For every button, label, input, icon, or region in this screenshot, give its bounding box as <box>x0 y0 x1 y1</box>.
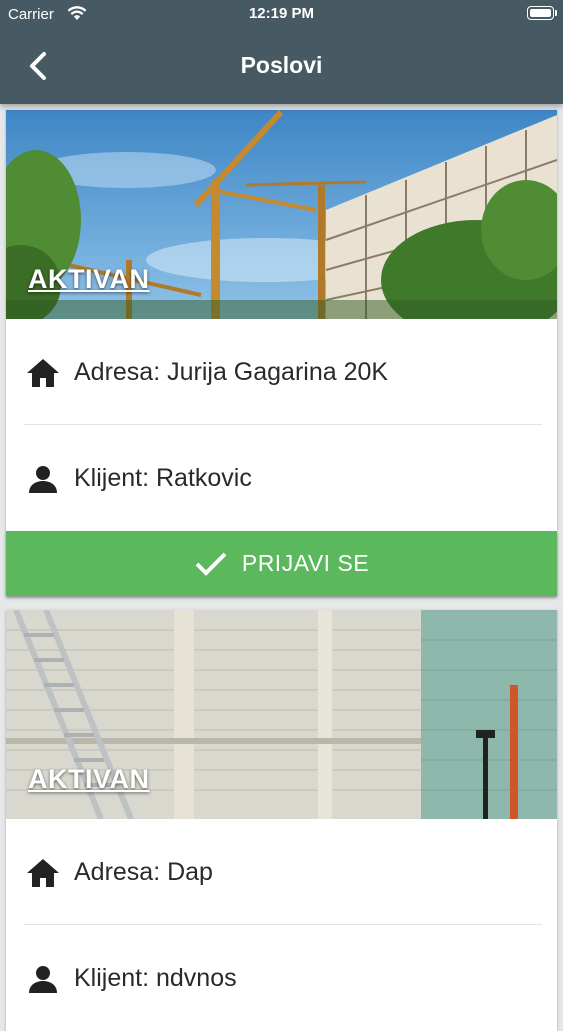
page-title: Poslovi <box>240 52 323 78</box>
job-client: Klijent: ndvnos <box>74 963 237 992</box>
status-bar: Carrier 12:19 PM <box>0 0 563 32</box>
job-client: Klijent: Ratkovic <box>74 463 252 492</box>
job-card[interactable]: AKTIVAN Adresa: Dap Klijent: ndvnos <box>6 610 557 1031</box>
address-row: Adresa: Dap <box>6 819 557 925</box>
person-icon <box>25 462 61 496</box>
job-status: AKTIVAN <box>28 264 150 294</box>
check-in-button[interactable]: PRIJAVI SE <box>6 531 557 596</box>
battery-icon <box>527 6 557 20</box>
home-icon <box>25 356 61 390</box>
checkmark-icon <box>195 552 227 576</box>
job-address: Adresa: Dap <box>74 857 213 886</box>
address-row: Adresa: Jurija Gagarina 20K <box>6 319 557 425</box>
clock: 12:19 PM <box>248 5 315 22</box>
job-card[interactable]: AKTIVAN Adresa: Jurija Gagarina 20K Klij… <box>6 110 557 596</box>
home-icon <box>25 856 61 890</box>
check-in-label: PRIJAVI SE <box>241 550 370 576</box>
client-row: Klijent: ndvnos <box>6 925 557 1031</box>
client-row: Klijent: Ratkovic <box>6 425 557 531</box>
job-image: AKTIVAN <box>6 110 557 319</box>
job-status: AKTIVAN <box>28 764 150 794</box>
person-icon <box>25 962 61 996</box>
job-image: AKTIVAN <box>6 610 557 819</box>
app-header: Carrier 12:19 PM Poslovi <box>0 0 563 104</box>
job-address: Adresa: Jurija Gagarina 20K <box>74 357 389 386</box>
